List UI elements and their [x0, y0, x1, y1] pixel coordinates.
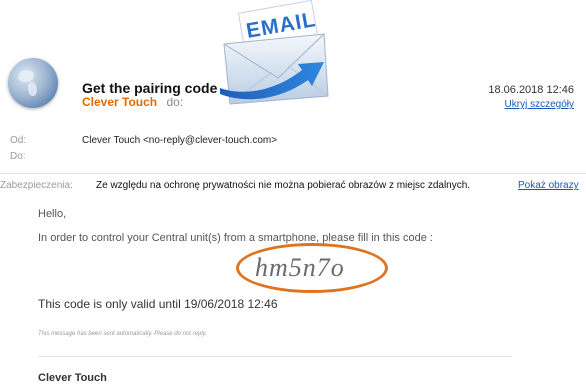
instruction-text: In order to control your Central unit(s)…: [38, 232, 433, 244]
email-envelope-icon: EMAIL: [212, 0, 334, 112]
signature: Clever Touch: [38, 372, 107, 384]
divider: [0, 173, 586, 174]
email-date: 18.06.2018 12:46: [488, 84, 574, 96]
greeting: Hello,: [38, 208, 67, 220]
signature-divider: [38, 356, 512, 357]
show-images-link[interactable]: Pokaż obrazy: [518, 180, 579, 191]
sender-name[interactable]: Clever Touch: [82, 95, 157, 109]
security-message: Ze względu na ochronę prywatności nie mo…: [96, 180, 471, 191]
validity-text: This code is only valid until 19/06/2018…: [38, 297, 278, 311]
auto-message-note: This message has been sent automatically…: [38, 331, 207, 337]
pairing-code: hm5n7o: [255, 253, 345, 282]
sender-avatar-globe-icon: [8, 58, 58, 108]
from-label: Od:: [10, 135, 27, 146]
security-label: Zabezpieczenia:: [0, 180, 73, 191]
hide-details-link[interactable]: Ukryj szczegóły: [505, 99, 574, 110]
from-value[interactable]: Clever Touch <no-reply@clever-touch.com>: [82, 135, 277, 146]
email-subject: Get the pairing code: [82, 80, 218, 96]
to-field-label: Do:: [10, 151, 26, 162]
sender-line: Clever Touch do:: [82, 95, 183, 109]
to-label: do:: [166, 95, 184, 109]
